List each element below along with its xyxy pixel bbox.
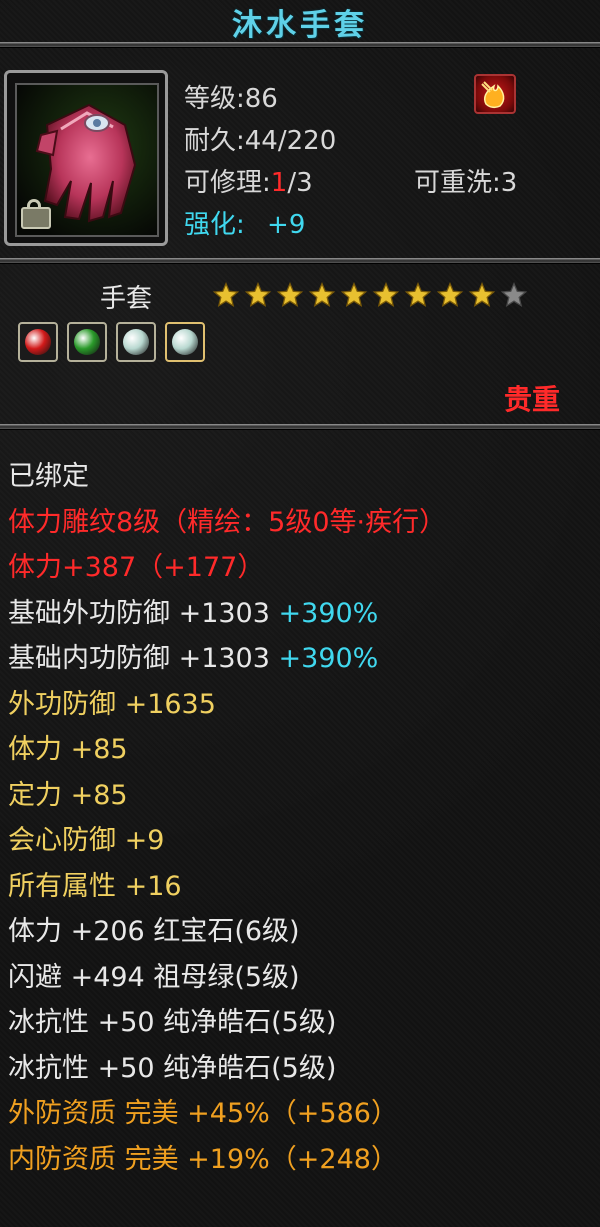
attribute-line: 定力 +85 bbox=[8, 773, 598, 819]
item-tooltip-panel: 沐水手套 等级:86 耐久:44/220 可修理:1/3 可重洗:3 强化: +… bbox=[0, 0, 600, 1227]
attribute-line: 体力 +206 红宝石(6级) bbox=[8, 909, 598, 955]
attribute-text: +390% bbox=[278, 597, 379, 629]
attribute-line: 所有属性 +16 bbox=[8, 864, 598, 910]
attribute-text: 体力 +206 红宝石(6级) bbox=[8, 916, 300, 947]
gem-slot[interactable] bbox=[116, 322, 156, 362]
attribute-line: 体力雕纹8级（精绘：5级0等·疾行） bbox=[8, 500, 598, 546]
attribute-line: 体力 +85 bbox=[8, 727, 598, 773]
attribute-line: 冰抗性 +50 纯净皓石(5级) bbox=[8, 1046, 598, 1092]
item-rewash: 可重洗:3 bbox=[414, 168, 518, 198]
divider bbox=[0, 258, 600, 264]
item-enhance: 强化: +9 bbox=[184, 204, 305, 241]
attribute-text: 会心防御 +9 bbox=[8, 825, 165, 856]
attribute-line: 基础外功防御 +1303 +390% bbox=[8, 591, 598, 637]
attribute-text: 所有属性 +16 bbox=[8, 870, 182, 902]
attribute-text: 体力+387（+177） bbox=[8, 552, 265, 583]
enhance-label: 强化: bbox=[184, 210, 245, 240]
attribute-text: 内防资质 完美 +19%（+248） bbox=[8, 1143, 398, 1175]
attribute-text: 闪避 +494 祖母绿(5级) bbox=[8, 961, 300, 993]
emerald-gem-icon bbox=[74, 329, 100, 355]
star-filled-icon bbox=[468, 282, 496, 308]
attribute-text: 基础外功防御 +1303 bbox=[8, 597, 279, 629]
star-filled-icon bbox=[212, 282, 240, 308]
enhance-value: +9 bbox=[267, 210, 306, 240]
star-filled-icon bbox=[308, 282, 336, 308]
star-filled-icon bbox=[276, 282, 304, 308]
attribute-line: 基础内功防御 +1303 +390% bbox=[8, 636, 598, 682]
item-repair: 可修理:1/3 bbox=[184, 162, 313, 199]
attribute-line: 内防资质 完美 +19%（+248） bbox=[8, 1137, 598, 1183]
star-filled-icon bbox=[244, 282, 272, 308]
attribute-line: 外功防御 +1635 bbox=[8, 682, 598, 728]
item-type: 手套 bbox=[100, 284, 153, 314]
attribute-list: 已绑定体力雕纹8级（精绘：5级0等·疾行） 体力+387（+177） 基础外功防御 … bbox=[8, 454, 598, 1182]
attribute-text: 基础内功防御 +1303 bbox=[8, 643, 279, 674]
star-filled-icon bbox=[372, 282, 400, 308]
attribute-text: +390% bbox=[278, 643, 379, 674]
bound-lock-icon bbox=[21, 199, 51, 229]
attribute-line: 外防资质 完美 +45%（+586） bbox=[8, 1091, 598, 1137]
ruby-gem-icon bbox=[25, 329, 51, 355]
item-level: 等级:86 bbox=[184, 84, 278, 114]
attribute-line: 闪避 +494 祖母绿(5级) bbox=[8, 955, 598, 1001]
attribute-text: 已绑定 bbox=[8, 461, 89, 492]
repair-label: 可修理: bbox=[184, 168, 271, 198]
title-bar: 沐水手套 bbox=[0, 0, 600, 44]
gem-slot[interactable] bbox=[165, 322, 205, 362]
diamond-gem-icon bbox=[123, 329, 149, 355]
star-filled-icon bbox=[436, 282, 464, 308]
gem-slot[interactable] bbox=[67, 322, 107, 362]
diamond-gem-icon bbox=[172, 329, 198, 355]
item-name: 沐水手套 bbox=[232, 8, 368, 43]
attribute-text: 冰抗性 +50 纯净皓石(5级) bbox=[8, 1052, 337, 1084]
gem-slot[interactable] bbox=[18, 322, 58, 362]
divider bbox=[0, 424, 600, 430]
attribute-text: 外防资质 完美 +45%（+586） bbox=[8, 1098, 398, 1129]
attribute-text: 体力 +85 bbox=[8, 734, 128, 765]
divider bbox=[0, 42, 600, 48]
star-empty-icon bbox=[500, 282, 528, 308]
star-filled-icon bbox=[404, 282, 432, 308]
item-icon-frame[interactable] bbox=[4, 70, 168, 246]
star-rating bbox=[212, 282, 528, 308]
repair-max: /3 bbox=[287, 168, 313, 198]
rarity-label: 贵重 bbox=[504, 383, 561, 416]
attribute-text: 定力 +85 bbox=[8, 779, 128, 811]
flame-rank-icon bbox=[474, 74, 516, 114]
attribute-line: 会心防御 +9 bbox=[8, 818, 598, 864]
attribute-line: 已绑定 bbox=[8, 454, 598, 500]
attribute-text: 外功防御 +1635 bbox=[8, 688, 216, 720]
attribute-line: 冰抗性 +50 纯净皓石(5级) bbox=[8, 1000, 598, 1046]
attribute-text: 体力雕纹8级（精绘：5级0等·疾行） bbox=[8, 506, 447, 538]
attribute-text: 冰抗性 +50 纯净皓石(5级) bbox=[8, 1007, 337, 1038]
attribute-line: 体力+387（+177） bbox=[8, 545, 598, 591]
repair-current: 1 bbox=[270, 168, 288, 198]
star-filled-icon bbox=[340, 282, 368, 308]
item-durability: 耐久:44/220 bbox=[184, 126, 337, 156]
gem-slots bbox=[18, 322, 205, 362]
